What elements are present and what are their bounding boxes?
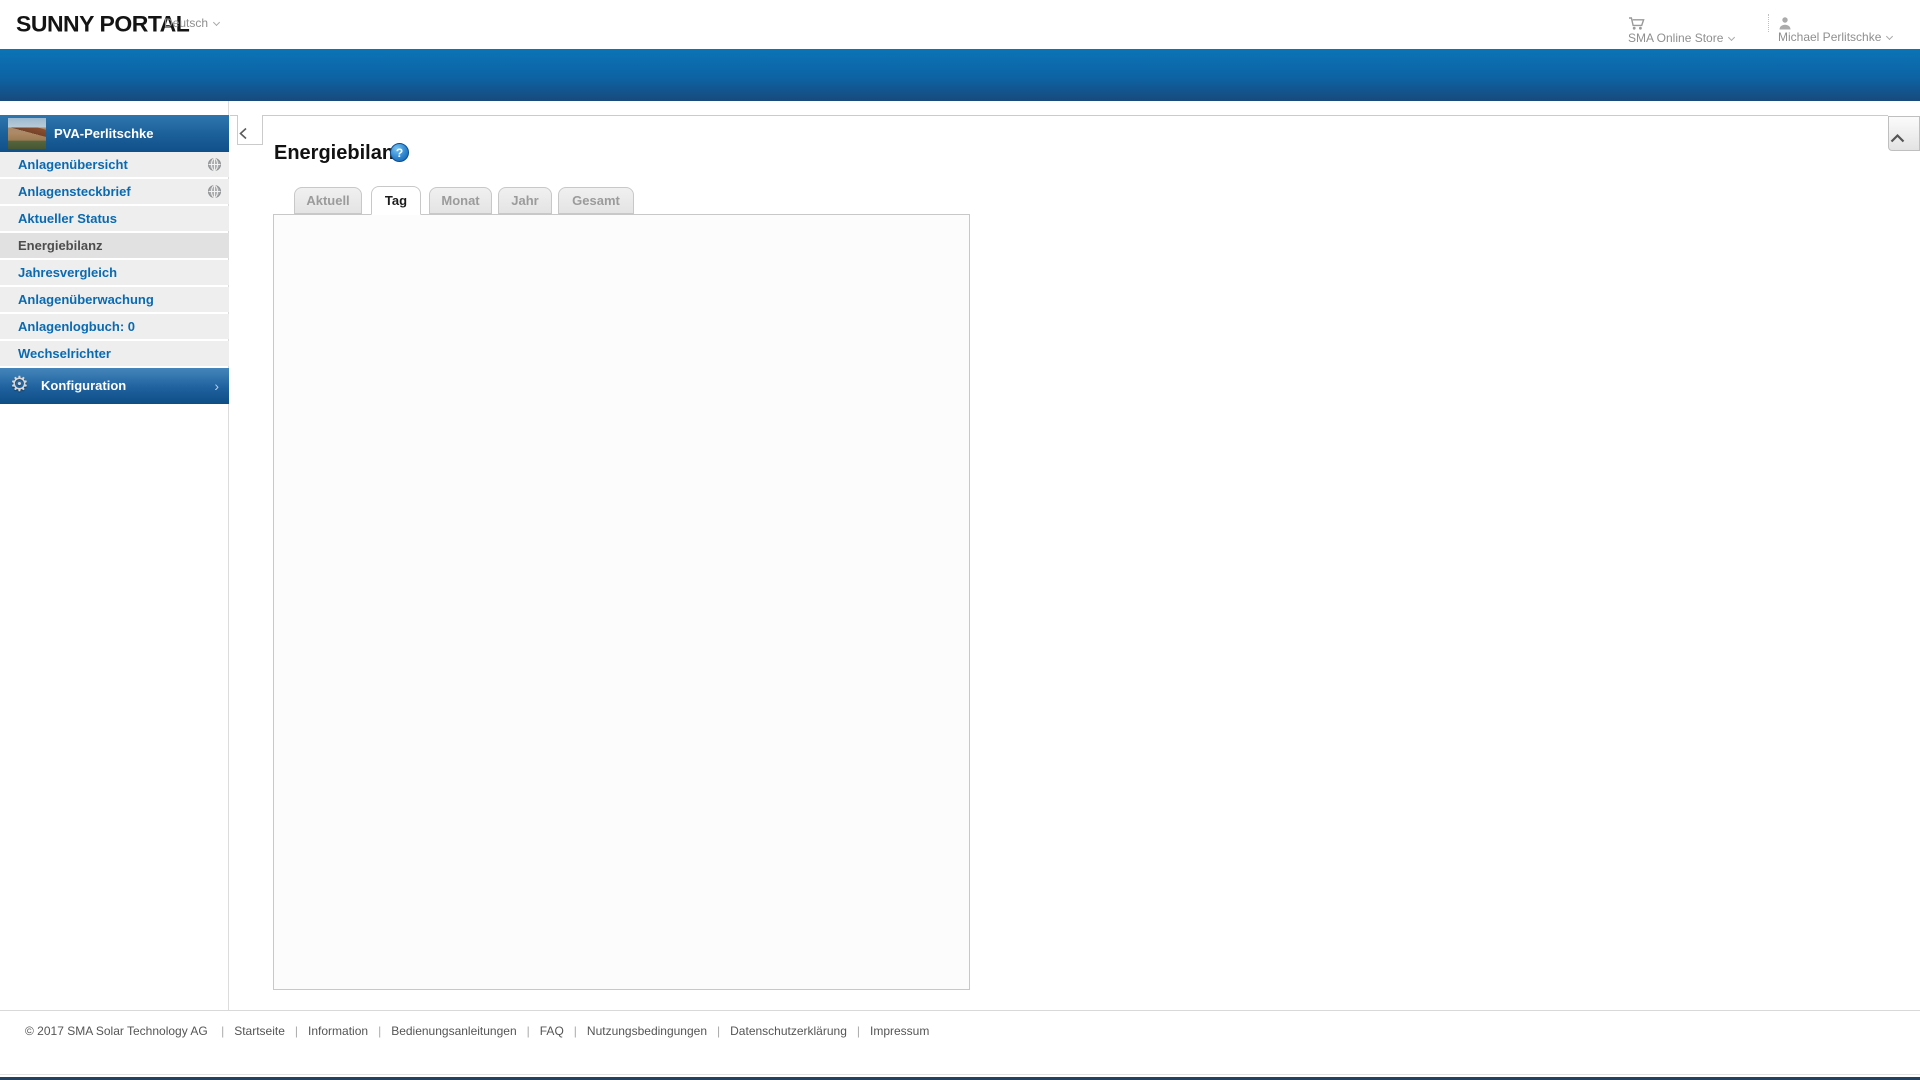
sidebar: PVA-Perlitschke Anlagenübersicht Anlagens… — [0, 101, 229, 1010]
tab-panel — [273, 214, 970, 990]
footer-link-5[interactable]: Nutzungsbedingungen — [587, 1024, 707, 1038]
sidebar-collapse-button[interactable] — [237, 115, 263, 145]
divider — [0, 1010, 1920, 1011]
divider: | — [856, 1024, 860, 1038]
chevron-down-icon — [1886, 32, 1894, 41]
footer-link-7[interactable]: Impressum — [870, 1024, 929, 1038]
divider: | — [221, 1024, 225, 1038]
divider: | — [573, 1024, 577, 1038]
plant-photo — [8, 118, 46, 149]
person-icon — [1779, 17, 1791, 30]
divider — [0, 1074, 1920, 1075]
tab-aktuell[interactable]: Aktuell — [294, 187, 362, 214]
footer: © 2017 SMA Solar Technology AG | Startsei… — [25, 1024, 929, 1038]
sidebar-item-label: Anlagenüberwachung — [18, 292, 154, 307]
divider: | — [378, 1024, 382, 1038]
sidebar-item-label: Anlagenübersicht — [18, 157, 128, 172]
page-title: Energiebilanz — [274, 142, 405, 164]
help-icon[interactable]: ? — [390, 143, 409, 162]
divider — [1768, 14, 1769, 32]
language-label: Deutsch — [164, 16, 209, 30]
sidebar-item-anlagenueberwachung[interactable]: Anlagenüberwachung — [0, 287, 229, 312]
language-selector[interactable]: Deutsch — [164, 16, 221, 30]
footer-link-1[interactable]: Startseite — [234, 1024, 285, 1038]
gear-icon: ⚙ — [10, 373, 29, 396]
chevron-down-icon — [212, 18, 221, 27]
globe-icon — [208, 158, 221, 171]
sidebar-item-konfiguration[interactable]: ⚙ Konfiguration › — [0, 368, 229, 404]
sidebar-item-label: Anlagenlogbuch: 0 — [18, 319, 135, 334]
plant-header[interactable]: PVA-Perlitschke — [0, 115, 229, 152]
user-label: Michael Perlitschke — [1778, 30, 1882, 44]
sidebar-item-anlagensteckbrief[interactable]: Anlagensteckbrief — [0, 179, 229, 204]
store-menu[interactable]: SMA Online Store — [1628, 16, 1736, 45]
chevron-down-icon — [1728, 33, 1736, 42]
cart-icon — [1629, 17, 1645, 30]
sidebar-item-jahresvergleich[interactable]: Jahresvergleich — [0, 260, 229, 285]
divider: | — [717, 1024, 721, 1038]
sidebar-item-energiebilanz[interactable]: Energiebilanz — [0, 233, 229, 258]
tab-jahr[interactable]: Jahr — [498, 187, 552, 214]
chevron-left-icon — [239, 127, 247, 139]
plant-name: PVA-Perlitschke — [54, 126, 154, 141]
footer-link-2[interactable]: Information — [308, 1024, 368, 1038]
chevron-right-icon: › — [214, 378, 219, 394]
tab-monat[interactable]: Monat — [429, 187, 492, 214]
divider — [230, 115, 1888, 116]
sidebar-item-label: Jahresvergleich — [18, 265, 118, 280]
sidebar-item-wechselrichter[interactable]: Wechselrichter — [0, 341, 229, 366]
sidebar-item-aktueller-status[interactable]: Aktueller Status — [0, 206, 229, 231]
divider: | — [526, 1024, 530, 1038]
chevron-up-icon — [1890, 133, 1905, 143]
tab-gesamt[interactable]: Gesamt — [558, 187, 634, 214]
sidebar-item-label: Energiebilanz — [18, 238, 103, 253]
sidebar-nav: Anlagenübersicht Anlagensteckbrief Aktuell… — [0, 152, 229, 368]
scroll-top-button[interactable] — [1888, 116, 1920, 151]
sidebar-item-anlagenuebersicht[interactable]: Anlagenübersicht — [0, 152, 229, 177]
footer-link-6[interactable]: Datenschutzerklärung — [730, 1024, 847, 1038]
tab-tag[interactable]: Tag — [371, 186, 421, 215]
copyright: © 2017 SMA Solar Technology AG — [25, 1024, 208, 1038]
store-label: SMA Online Store — [1628, 31, 1724, 45]
sidebar-item-anlagenlogbuch[interactable]: Anlagenlogbuch: 0 — [0, 314, 229, 339]
topbar: SUNNY PORTAL Deutsch SMA Online Store Mi… — [0, 0, 1920, 49]
sidebar-item-label: Wechselrichter — [18, 346, 111, 361]
divider: | — [294, 1024, 299, 1038]
main-nav-bar — [0, 49, 1920, 101]
footer-link-3[interactable]: Bedienungsanleitungen — [391, 1024, 516, 1038]
footer-link-4[interactable]: FAQ — [540, 1024, 564, 1038]
sidebar-item-label: Konfiguration — [41, 378, 127, 393]
sidebar-item-label: Anlagensteckbrief — [18, 184, 131, 199]
user-menu[interactable]: Michael Perlitschke — [1778, 16, 1894, 44]
sidebar-item-label: Aktueller Status — [18, 211, 117, 226]
globe-icon — [208, 185, 221, 198]
